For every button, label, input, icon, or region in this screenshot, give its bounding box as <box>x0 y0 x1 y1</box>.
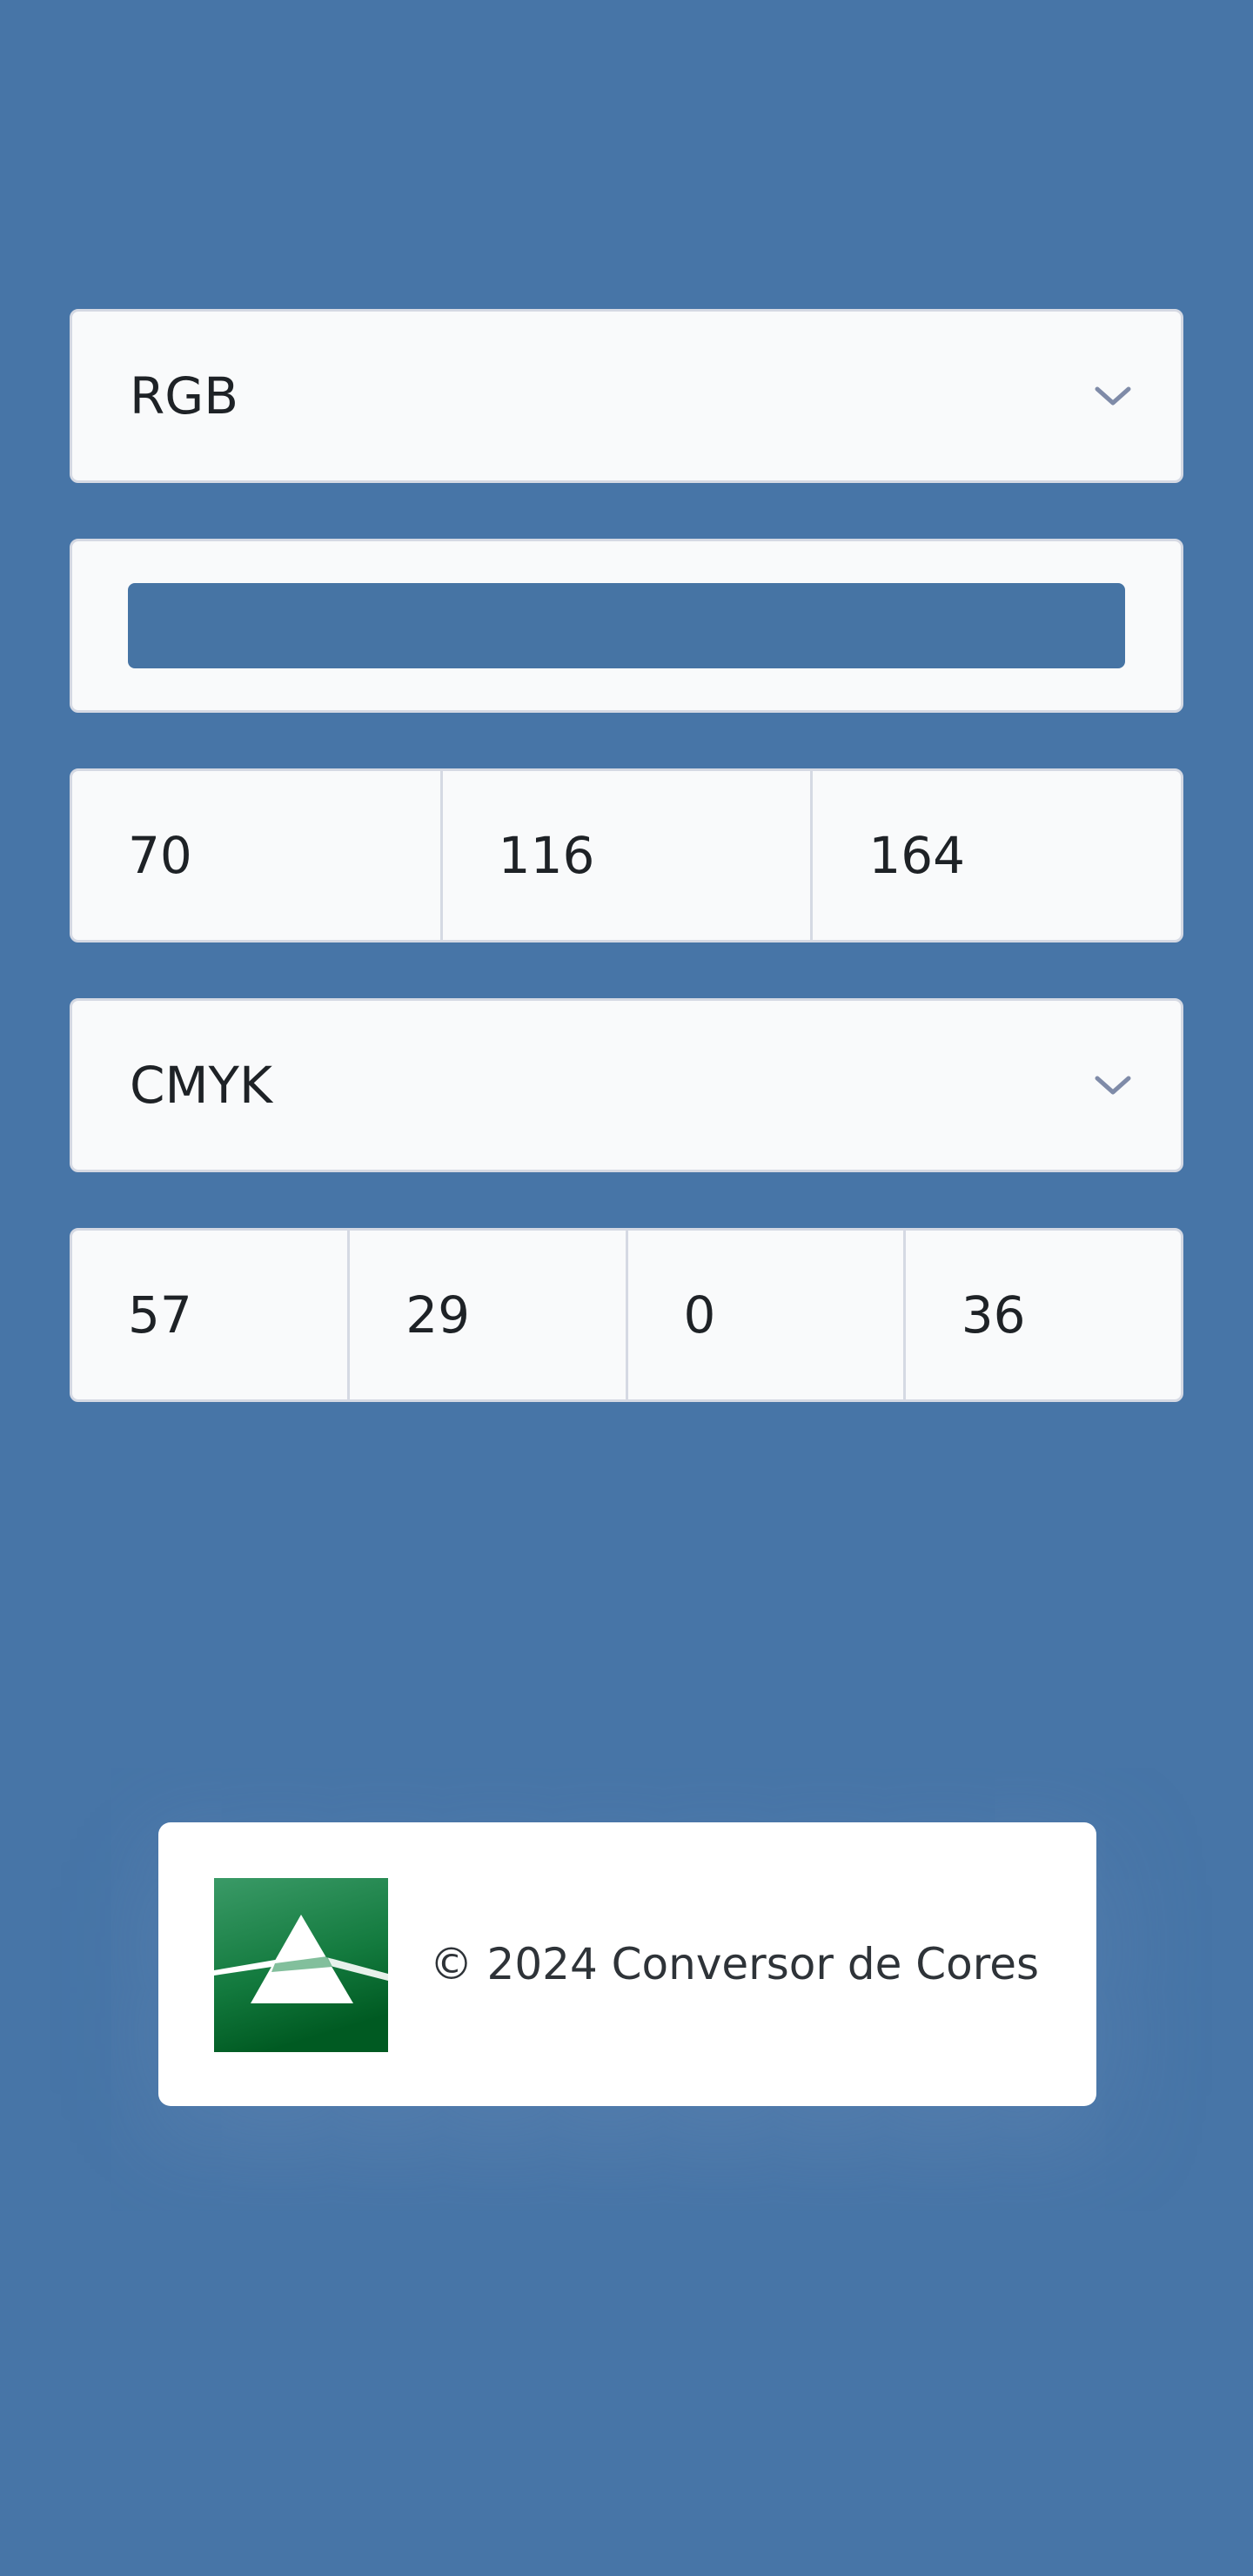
color-preview-panel <box>70 539 1183 713</box>
prism-logo-icon <box>214 1878 388 2052</box>
rgb-input-group: 70 116 164 <box>70 768 1183 943</box>
source-format-value: RGB <box>130 366 239 426</box>
source-format-select[interactable]: RGB <box>70 309 1183 483</box>
key-output[interactable]: 36 <box>906 1231 1181 1399</box>
color-converter-app: RGB 70 116 164 CMYK 57 29 0 36 <box>70 309 1183 1458</box>
target-format-select[interactable]: CMYK <box>70 998 1183 1172</box>
copyright-text: © 2024 Conversor de Cores <box>429 1939 1039 1989</box>
target-format-value: CMYK <box>130 1056 273 1115</box>
red-input[interactable]: 70 <box>72 771 443 940</box>
color-preview-swatch[interactable] <box>128 583 1125 668</box>
magenta-output[interactable]: 29 <box>350 1231 628 1399</box>
yellow-output[interactable]: 0 <box>628 1231 906 1399</box>
green-input[interactable]: 116 <box>443 771 814 940</box>
footer-card: © 2024 Conversor de Cores <box>158 1822 1096 2106</box>
blue-input[interactable]: 164 <box>813 771 1181 940</box>
chevron-down-icon <box>1095 1076 1131 1095</box>
chevron-down-icon <box>1095 386 1131 406</box>
cmyk-output-group: 57 29 0 36 <box>70 1228 1183 1402</box>
cyan-output[interactable]: 57 <box>72 1231 351 1399</box>
